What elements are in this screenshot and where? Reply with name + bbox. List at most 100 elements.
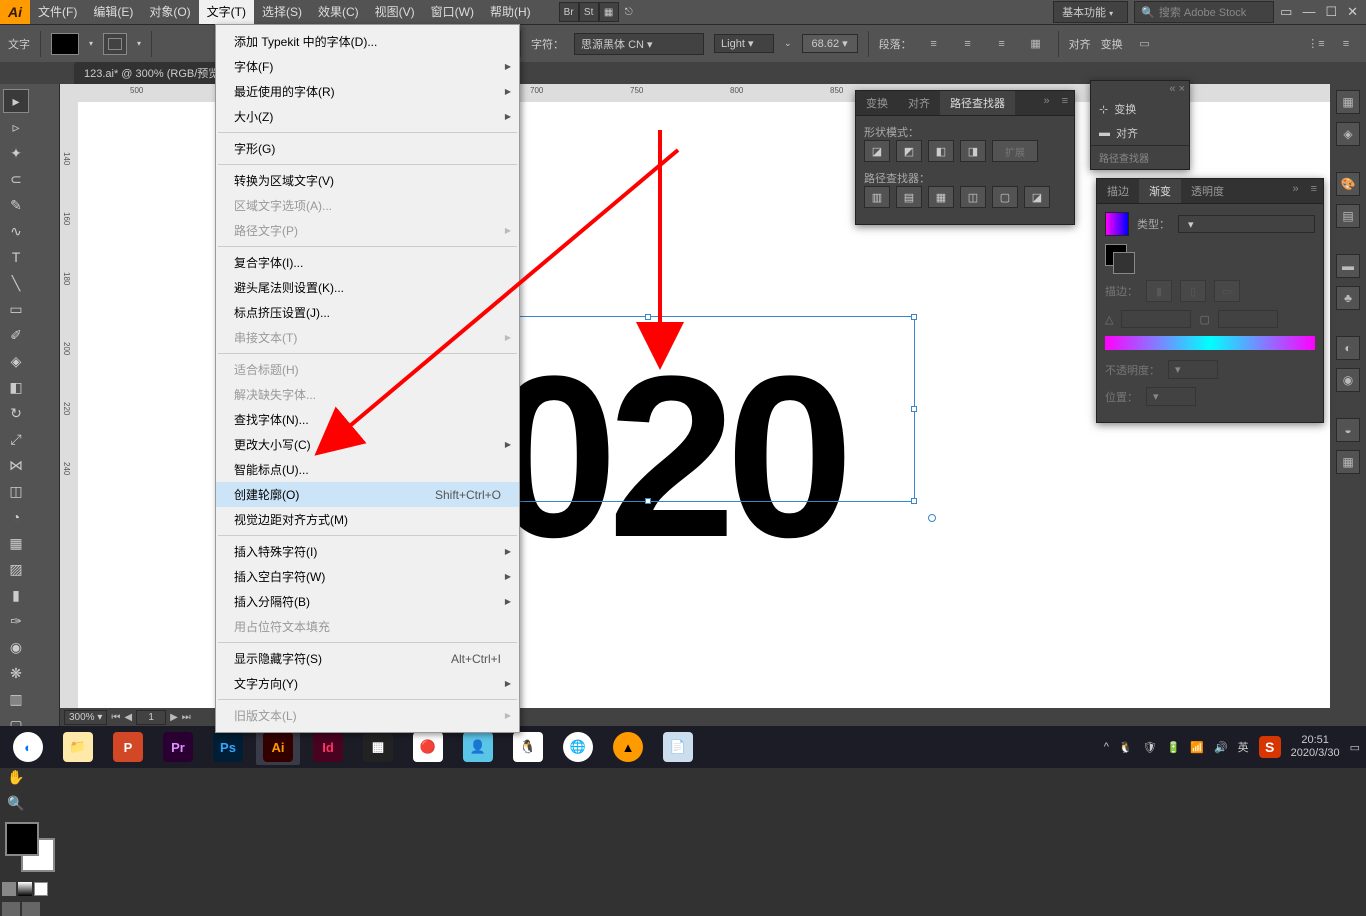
rectangle-tool[interactable]: ▭	[3, 297, 29, 321]
gradient-mode-icon[interactable]	[18, 882, 32, 896]
nav-first-icon[interactable]: ⏮	[111, 712, 120, 723]
perspective-tool[interactable]: ▦	[3, 531, 29, 555]
maximize-icon[interactable]: ☐	[1325, 4, 1337, 20]
nav-prev-icon[interactable]: ◀	[124, 712, 132, 723]
menu-item[interactable]: 插入空白字符(W)	[216, 564, 519, 589]
grad-stroke-swatch[interactable]	[1113, 252, 1135, 274]
workspace-switcher[interactable]: 基本功能 ▾	[1053, 1, 1128, 23]
hand-tool[interactable]: ✋	[3, 765, 29, 789]
taskbar-app1[interactable]: ▦	[356, 729, 400, 765]
tab-transparency[interactable]: 透明度	[1181, 179, 1234, 203]
menu-item[interactable]: 标点挤压设置(J)...	[216, 300, 519, 325]
taskbar-indesign[interactable]: Id	[306, 729, 350, 765]
menu-选择[interactable]: 选择(S)	[254, 0, 310, 24]
zoom-field[interactable]: 300% ▾	[64, 710, 107, 725]
taskbar-photoshop[interactable]: Ps	[206, 729, 250, 765]
gradient-preview[interactable]	[1105, 212, 1129, 236]
panel-close-icon[interactable]: ×	[1179, 83, 1185, 95]
font-family-field[interactable]: 思源黑体 CN ▾	[574, 33, 704, 55]
transparency-panel-icon[interactable]: ▦	[1336, 450, 1360, 474]
crop-icon[interactable]: ◫	[960, 186, 986, 208]
menu-窗口[interactable]: 窗口(W)	[423, 0, 482, 24]
align-left-icon[interactable]: ≡	[922, 32, 946, 56]
menu-item[interactable]: 复合字体(I)...	[216, 250, 519, 275]
collapse-icon[interactable]: ≡	[1334, 32, 1358, 56]
direct-selection-tool[interactable]: ▹	[3, 115, 29, 139]
collapse-arrows-icon[interactable]: «	[1169, 83, 1175, 95]
tray-wifi-icon[interactable]: 📶	[1190, 741, 1204, 754]
graph-tool[interactable]: ▥	[3, 687, 29, 711]
taskbar-app3[interactable]: 👤	[456, 729, 500, 765]
color-mode-icon[interactable]	[2, 882, 16, 896]
lasso-tool[interactable]: ⊂	[3, 167, 29, 191]
menu-item[interactable]: 大小(Z)	[216, 104, 519, 129]
tab-align[interactable]: 对齐	[898, 91, 940, 115]
tray-up-icon[interactable]: ^	[1104, 741, 1109, 753]
tray-volume-icon[interactable]: 🔊	[1214, 741, 1228, 754]
stroke-panel-icon[interactable]: ◐	[1336, 336, 1360, 360]
color-panel-icon[interactable]: 🎨	[1336, 172, 1360, 196]
color-picker[interactable]	[5, 822, 55, 872]
menu-item[interactable]: 插入特殊字符(I)	[216, 539, 519, 564]
taskbar-qq[interactable]: 🐧	[506, 729, 550, 765]
menu-item[interactable]: 转换为区域文字(V)	[216, 168, 519, 193]
magic-wand-tool[interactable]: ✦	[3, 141, 29, 165]
menu-item[interactable]: 显示隐藏字符(S)Alt+Ctrl+I	[216, 646, 519, 671]
menu-item[interactable]: 最近使用的字体(R)	[216, 79, 519, 104]
menu-item[interactable]: 视觉边距对齐方式(M)	[216, 507, 519, 532]
menu-item[interactable]: 字形(G)	[216, 136, 519, 161]
none-mode-icon[interactable]	[34, 882, 48, 896]
screen-mode2-icon[interactable]	[22, 902, 40, 916]
intersect-icon[interactable]: ◧	[928, 140, 954, 162]
bridge-icon[interactable]: Br	[559, 2, 579, 22]
menu-item[interactable]: 避头尾法则设置(K)...	[216, 275, 519, 300]
menu-帮助[interactable]: 帮助(H)	[482, 0, 539, 24]
stock-search[interactable]: 🔍搜索 Adobe Stock	[1134, 1, 1274, 23]
menu-对象[interactable]: 对象(O)	[141, 0, 198, 24]
menu-item[interactable]: 添加 Typekit 中的字体(D)...	[216, 29, 519, 54]
text-port-handle[interactable]	[928, 514, 936, 522]
tray-clock[interactable]: 20:51 2020/3/30	[1291, 734, 1340, 760]
isolate-icon[interactable]: ▭	[1133, 32, 1157, 56]
align-center-icon[interactable]: ≡	[956, 32, 980, 56]
minus-back-icon[interactable]: ◪	[1024, 186, 1050, 208]
panel-menu-icon[interactable]: ≡	[1056, 91, 1074, 115]
merge-icon[interactable]: ▦	[928, 186, 954, 208]
rotate-tool[interactable]: ↻	[3, 401, 29, 425]
stroke-swatch[interactable]	[103, 33, 127, 55]
gradient-panel[interactable]: 描边 渐变 透明度 » ≡ 类型： ▾ 描边： ▮ ▯ ▭ △ ▢ 不透	[1096, 178, 1324, 423]
taskbar-powerpoint[interactable]: P	[106, 729, 150, 765]
pen-tool[interactable]: ✎	[3, 193, 29, 217]
align-right-icon[interactable]: ≡	[990, 32, 1014, 56]
arrange-icon[interactable]: ▦	[599, 2, 619, 22]
panel-overflow-icon[interactable]: »	[1286, 179, 1304, 203]
minus-front-icon[interactable]: ◩	[896, 140, 922, 162]
type-tool[interactable]: T	[3, 245, 29, 269]
gpu-icon[interactable]: ⎋	[619, 2, 639, 22]
menu-效果[interactable]: 效果(C)	[310, 0, 367, 24]
tab-transform[interactable]: 变换	[856, 91, 898, 115]
tray-ime[interactable]: 英	[1238, 739, 1249, 755]
shaper-tool[interactable]: ◈	[3, 349, 29, 373]
blend-tool[interactable]: ◉	[3, 635, 29, 659]
gradient-slider[interactable]	[1105, 336, 1315, 350]
free-transform-tool[interactable]: ◫	[3, 479, 29, 503]
expand-button[interactable]: 扩展	[992, 140, 1038, 162]
tray-qq-icon[interactable]: 🐧	[1119, 741, 1133, 754]
selection-tool[interactable]: ▸	[3, 89, 29, 113]
exclude-icon[interactable]: ◨	[960, 140, 986, 162]
screen-mode-icon[interactable]	[2, 902, 20, 916]
tray-notifications-icon[interactable]: ▭	[1350, 741, 1360, 754]
nav-last-icon[interactable]: ⏭	[182, 712, 191, 723]
properties-panel-icon[interactable]: ▦	[1336, 90, 1360, 114]
menu-视图[interactable]: 视图(V)	[367, 0, 423, 24]
unite-icon[interactable]: ◪	[864, 140, 890, 162]
scale-tool[interactable]: ⤢	[3, 427, 29, 451]
menu-文件[interactable]: 文件(F)	[30, 0, 85, 24]
fill-swatch[interactable]	[51, 33, 79, 55]
font-size-field[interactable]: 68.62 ▾	[802, 34, 858, 53]
divide-icon[interactable]: ▥	[864, 186, 890, 208]
taskbar-explorer[interactable]: 📁	[56, 729, 100, 765]
eyedropper-tool[interactable]: ✑	[3, 609, 29, 633]
menu-文字[interactable]: 文字(T)	[199, 0, 254, 24]
